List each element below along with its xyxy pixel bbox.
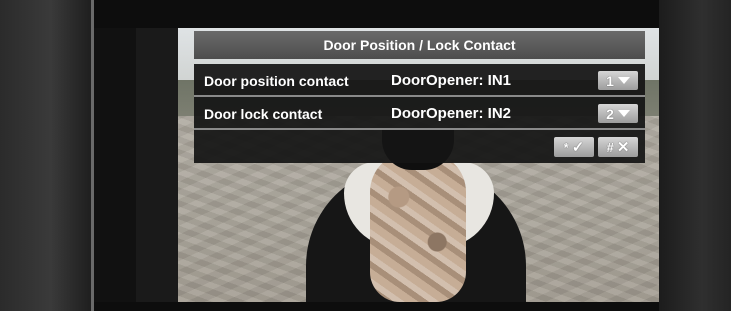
row-door-lock[interactable]: Door lock contact DoorOpener: IN2 2	[194, 97, 645, 130]
row-label: Door lock contact	[204, 106, 323, 122]
device-bezel-inner	[94, 0, 136, 311]
device-bezel-right	[659, 0, 731, 311]
checkmark-icon: ✓	[571, 139, 585, 156]
door-contact-dialog: Door Position / Lock Contact Door positi…	[194, 31, 645, 163]
cancel-key-label: #	[606, 139, 614, 155]
device-bezel-left	[0, 0, 92, 311]
key-1-dropdown-button[interactable]: 1	[598, 71, 638, 90]
dialog-title: Door Position / Lock Contact	[194, 31, 645, 59]
key-label: 2	[606, 105, 614, 122]
confirm-key-label: *	[563, 139, 569, 155]
row-value: DoorOpener: IN2	[391, 105, 512, 122]
confirm-button[interactable]: * ✓	[554, 137, 594, 157]
close-icon: ✕	[616, 139, 630, 156]
row-value: DoorOpener: IN1	[391, 72, 512, 89]
key-label: 1	[606, 72, 614, 89]
chevron-down-icon	[617, 110, 630, 117]
key-2-dropdown-button[interactable]: 2	[598, 104, 638, 123]
chevron-down-icon	[617, 77, 630, 84]
cancel-button[interactable]: # ✕	[598, 137, 638, 157]
device-bezel-bottom	[94, 302, 659, 311]
row-door-position[interactable]: Door position contact DoorOpener: IN1 1	[194, 64, 645, 97]
device-bezel-top	[94, 0, 659, 28]
dialog-actions: * ✓ # ✕	[194, 130, 645, 163]
visitor-scarf	[370, 152, 466, 302]
row-label: Door position contact	[204, 73, 349, 89]
